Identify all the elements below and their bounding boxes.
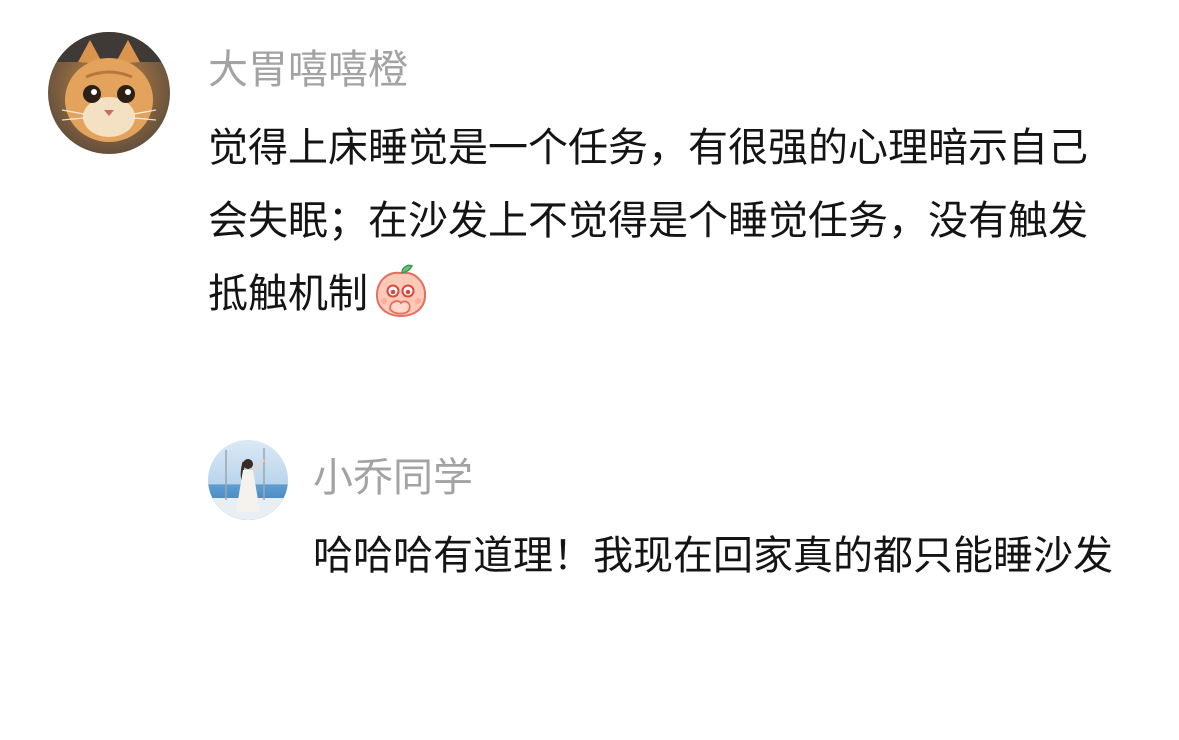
peach-covering-mouth-emoji-icon [372, 261, 430, 319]
username[interactable]: 大胃嘻嘻橙 [208, 46, 408, 94]
girl-by-sea-avatar-icon[interactable] [208, 440, 288, 520]
comment-body: 觉得上床睡觉是一个任务，有很强的心理暗示自己会失眠；在沙发上不觉得是个睡觉任务，… [208, 125, 1088, 317]
comment-text: 觉得上床睡觉是一个任务，有很强的心理暗示自己会失眠；在沙发上不觉得是个睡觉任务，… [208, 112, 1118, 331]
orange-cat-avatar-icon[interactable] [48, 32, 170, 154]
reply-username[interactable]: 小乔同学 [313, 454, 473, 502]
reply-text: 哈哈哈有道理！我现在回家真的都只能睡沙发 [313, 533, 1113, 579]
